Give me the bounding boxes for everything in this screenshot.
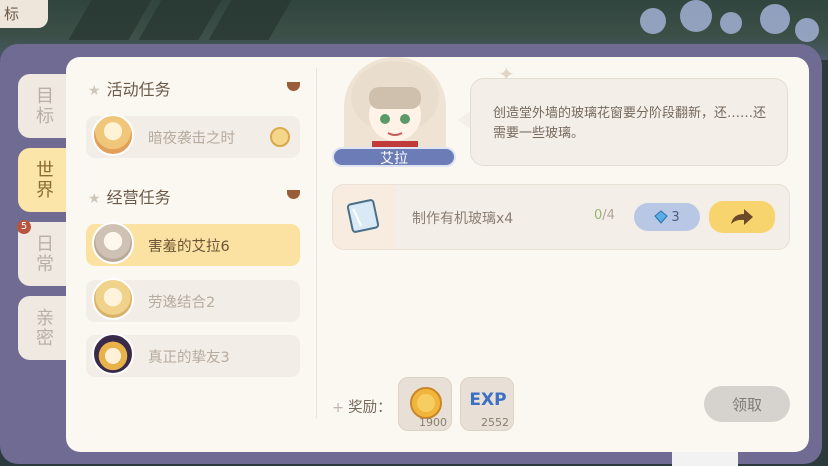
- diamond-icon: [654, 210, 669, 224]
- daily-badge: 5: [17, 220, 31, 234]
- tab-world[interactable]: 世界: [18, 148, 68, 212]
- tab-goals[interactable]: 目标: [18, 74, 68, 138]
- npc-character-portrait: [344, 57, 446, 157]
- npc-portrait-icon: [92, 114, 134, 156]
- npc-name-tag: 艾拉: [332, 147, 456, 167]
- panel-divider: [316, 68, 317, 418]
- diamond-cost-button[interactable]: 3: [634, 203, 700, 231]
- arrow-right-icon: [731, 209, 753, 225]
- reward-qty: 2552: [481, 416, 509, 429]
- reward-label-text: 奖励：: [348, 400, 392, 416]
- background-bubble: [680, 0, 712, 32]
- reward-exp[interactable]: EXP 2552: [460, 377, 514, 431]
- cost-value: 3: [671, 209, 680, 225]
- section-title: 活动任务: [106, 80, 171, 99]
- task-item[interactable]: 真正的挚友3: [86, 333, 300, 377]
- objective-text: 制作有机玻璃x4: [412, 211, 514, 227]
- task-item[interactable]: 劳逸结合2: [86, 278, 300, 322]
- task-item[interactable]: 暗夜袭击之时: [86, 114, 300, 158]
- glass-sheet-icon: [346, 199, 380, 233]
- objective-icon-bg: [333, 185, 395, 249]
- background-bubble: [640, 8, 666, 34]
- clock-icon: [270, 127, 290, 147]
- task-label: 真正的挚友3: [148, 349, 230, 366]
- objective-progress: 0/4: [594, 208, 615, 223]
- corner-tab[interactable]: 标: [0, 0, 48, 28]
- task-item-selected[interactable]: 害羞的艾拉6: [86, 222, 300, 266]
- background-tile: [208, 0, 292, 40]
- task-label: 害羞的艾拉6: [148, 238, 230, 255]
- go-button[interactable]: [709, 201, 775, 233]
- star-icon: ★: [88, 83, 101, 99]
- plus-icon: +: [332, 400, 345, 416]
- npc-dialogue: 创造堂外墙的玻璃花窗要分阶段翻新，还……还需要一些玻璃。: [470, 78, 788, 166]
- reward-coin[interactable]: 1900: [398, 377, 452, 431]
- section-title: 经营任务: [106, 188, 171, 207]
- star-icon: ★: [88, 191, 101, 207]
- exp-icon: EXP: [469, 390, 507, 410]
- task-label: 劳逸结合2: [148, 294, 216, 311]
- background-bubble: [720, 12, 742, 34]
- npc-portrait-icon: [92, 222, 134, 264]
- bottom-strip: [672, 452, 738, 466]
- section-header-event: ★ 活动任务: [88, 76, 171, 100]
- background-bubble: [795, 18, 819, 42]
- background-tile: [138, 0, 222, 40]
- npc-portrait-icon: [92, 333, 134, 375]
- reward-label: + 奖励：: [332, 396, 392, 417]
- background-bubble: [760, 4, 790, 34]
- task-label: 暗夜袭击之时: [148, 130, 235, 147]
- background-tile: [68, 0, 152, 40]
- claim-button[interactable]: 领取: [704, 386, 790, 422]
- tab-intimacy[interactable]: 亲密: [18, 296, 68, 360]
- section-header-business: ★ 经营任务: [88, 184, 171, 208]
- progress-total: /4: [602, 208, 615, 223]
- reward-qty: 1900: [419, 416, 447, 429]
- npc-portrait-icon: [92, 278, 134, 320]
